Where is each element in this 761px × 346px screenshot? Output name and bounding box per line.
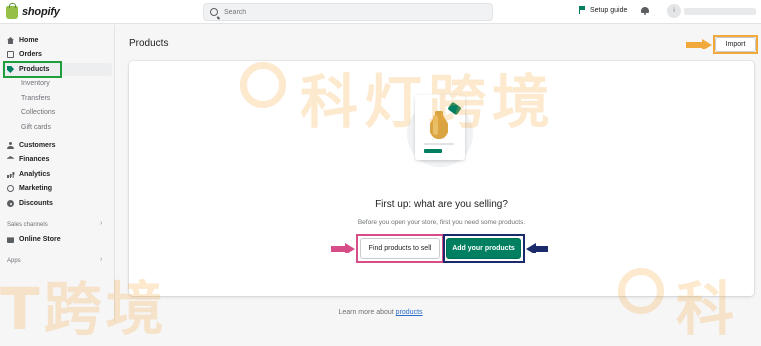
bank-icon	[7, 156, 14, 159]
home-icon	[7, 37, 14, 44]
brand-name: shopify	[22, 6, 60, 18]
setup-guide-label: Setup guide	[590, 6, 628, 14]
learn-more-link[interactable]: products	[396, 309, 423, 316]
sidebar-item-collections[interactable]: Collections	[2, 106, 112, 119]
sidebar-item-label: Customers	[19, 142, 56, 149]
setup-guide-button[interactable]: Setup guide	[579, 6, 627, 14]
navy-arrow-icon	[526, 243, 548, 253]
sidebar-item-label: Analytics	[19, 171, 51, 178]
sidebar-item-label: Orders	[19, 51, 42, 58]
sidebar-item-label: Collections	[21, 109, 56, 116]
search-bar[interactable]	[203, 3, 493, 21]
sidebar-item-label: Inventory	[21, 80, 50, 87]
sidebar-item-analytics[interactable]: Analytics	[2, 168, 112, 181]
search-input[interactable]	[224, 8, 464, 16]
bar-chart-icon	[7, 171, 14, 178]
orders-icon	[7, 51, 14, 58]
highlight-box-products	[3, 61, 62, 78]
top-bar: shopify Setup guide i	[0, 0, 761, 24]
shopping-bag-icon	[6, 2, 18, 19]
pink-arrow-icon	[331, 243, 355, 253]
illustration-button	[424, 149, 442, 153]
vase-icon	[430, 111, 448, 139]
orange-arrow-icon	[686, 39, 712, 49]
learn-more-prefix: Learn more about	[338, 309, 394, 316]
shopify-logo[interactable]: shopify	[6, 2, 60, 20]
sidebar-item-label: Transfers	[21, 95, 51, 102]
sidebar-item-orders[interactable]: Orders	[2, 48, 112, 61]
store-icon	[7, 237, 14, 243]
apps-heading: Apps	[7, 258, 21, 264]
sidebar-item-marketing[interactable]: Marketing	[2, 182, 112, 195]
sidebar-item-gift-cards[interactable]: Gift cards	[2, 121, 112, 134]
vase-highlight	[433, 115, 438, 135]
sidebar-item-label: Gift cards	[21, 124, 51, 131]
page-title: Products	[129, 38, 169, 49]
customers-icon	[7, 142, 14, 149]
target-icon	[7, 185, 14, 192]
illustration-card	[415, 95, 465, 160]
search-icon	[210, 8, 218, 16]
empty-state-description: Before you open your store, first you ne…	[357, 219, 526, 226]
sidebar-item-transfers[interactable]: Transfers	[2, 92, 112, 105]
learn-more-text: Learn more about products	[0, 309, 761, 316]
discount-icon	[7, 200, 14, 207]
account-name-placeholder[interactable]	[684, 8, 756, 15]
highlight-box-find	[356, 234, 444, 263]
sidebar-item-discounts[interactable]: Discounts	[2, 197, 112, 210]
sidebar-item-home[interactable]: Home	[2, 34, 112, 47]
sidebar-item-label: Discounts	[19, 200, 53, 207]
highlight-box-import	[713, 35, 758, 54]
sidebar-item-inventory[interactable]: Inventory	[2, 77, 112, 90]
sidebar-item-label: Finances	[19, 156, 50, 163]
sidebar-item-finances[interactable]: Finances	[2, 153, 112, 166]
sidebar-item-label: Online Store	[19, 236, 61, 243]
flag-icon	[579, 6, 586, 14]
illustration-line	[424, 143, 454, 145]
price-tag-icon	[447, 101, 462, 116]
empty-state-heading: First up: what are you selling?	[375, 199, 508, 210]
sidebar-item-customers[interactable]: Customers	[2, 139, 112, 152]
sidebar-item-label: Marketing	[19, 185, 53, 192]
highlight-box-add	[443, 234, 525, 263]
sidebar-item-online-store[interactable]: Online Store	[2, 233, 112, 246]
notification-bell-icon[interactable]	[641, 6, 649, 15]
chevron-right-icon[interactable]: ›	[100, 220, 102, 227]
sales-channels-heading: Sales channels	[7, 222, 48, 228]
avatar[interactable]: i	[667, 4, 681, 18]
chevron-right-icon[interactable]: ›	[100, 256, 102, 263]
product-illustration	[407, 95, 473, 167]
sidebar-item-label: Home	[19, 37, 39, 44]
